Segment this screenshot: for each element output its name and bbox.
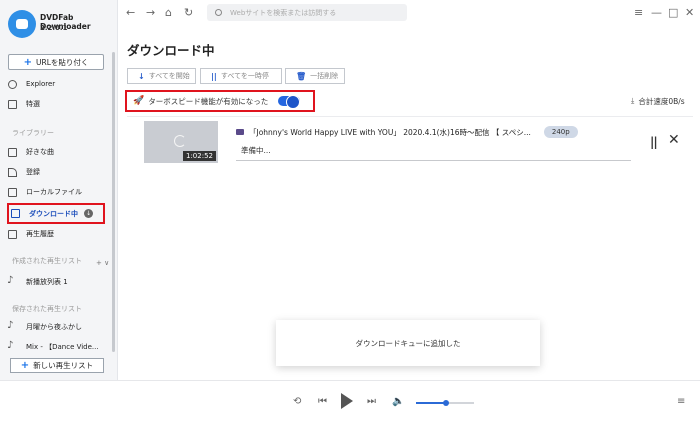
library-section-label: ライブラリー [12, 129, 54, 137]
new-playlist-button[interactable]: + 新しい再生リスト [10, 358, 104, 373]
download-title-text: 「Johnny's World Happy LIVE with YOU」 202… [249, 127, 531, 137]
plus-icon: + [20, 360, 30, 371]
playlist-item[interactable]: 新播放列表 1 [7, 273, 108, 291]
repeat-icon[interactable]: ⟲ [293, 396, 301, 407]
player-bar: ⟲ ⏮ ⏭ 🔈 ≡ [0, 380, 700, 425]
delete-all-button[interactable]: 🗑 一括削除 [285, 68, 345, 84]
app-version: 2.2.0.1 [40, 24, 68, 32]
sidebar-item-label: 再生履歴 [26, 230, 54, 238]
sidebar-item-favorites[interactable]: 好きな曲 [8, 143, 108, 161]
download-title: 「Johnny's World Happy LIVE with YOU」 202… [236, 126, 578, 138]
music-icon [8, 147, 17, 157]
duration-badge: 1:02:52 [183, 151, 216, 161]
pause-all-label: すべてを一時停 [220, 72, 269, 80]
download-speed-icon: ⤓ [631, 96, 635, 105]
folder-icon [8, 187, 17, 197]
created-playlists-label: 作成された再生リスト [12, 257, 82, 265]
start-all-label: すべてを開始 [148, 72, 190, 80]
pause-icon: || [211, 71, 217, 81]
minimize-icon[interactable]: — [651, 6, 662, 19]
rocket-icon: 🚀 [133, 96, 145, 106]
previous-icon[interactable]: ⏮ [318, 396, 327, 407]
turbo-label: ターボスピード機能が有効になった [148, 96, 269, 106]
page-title: ダウンロード中 [127, 43, 215, 58]
video-thumbnail: 1:02:52 [144, 121, 218, 163]
home-icon[interactable]: ⌂ [165, 6, 172, 19]
maximize-icon[interactable]: □ [668, 6, 678, 19]
download-badge-icon: ↓ [84, 209, 93, 218]
sidebar-item-local-files[interactable]: ローカルファイル [8, 183, 108, 201]
forward-icon[interactable]: → [146, 6, 155, 19]
sidebar-item-label: 好きな曲 [26, 148, 54, 156]
speed-label: 合計速度0B/s [638, 97, 685, 106]
saved-playlist-item[interactable]: Mix - 【Dance Vide... [7, 338, 108, 356]
saved-playlists-label: 保存された再生リスト [12, 305, 82, 313]
sidebar-item-label: ダウンロード中 [29, 209, 78, 218]
plus-icon: + [23, 56, 32, 68]
menu-icon[interactable]: ≡ [634, 6, 643, 19]
turbo-speed-toggle-row: 🚀 ターボスピード機能が有効になった [125, 90, 315, 112]
playlist-label: 月曜から夜ふかし [26, 323, 82, 331]
globe-icon [8, 79, 17, 89]
paste-url-label: URLを貼り付く [36, 57, 89, 67]
pause-download-icon[interactable]: || [650, 135, 658, 149]
song-icon [7, 275, 15, 287]
delete-all-label: 一括削除 [310, 72, 339, 80]
sidebar-scrollbar[interactable] [112, 52, 115, 352]
remove-download-icon[interactable]: ✕ [668, 132, 680, 148]
turbo-toggle[interactable] [278, 95, 301, 109]
next-icon[interactable]: ⏭ [367, 396, 376, 407]
quality-badge: 240p [543, 126, 578, 138]
volume-level [416, 402, 445, 404]
search-input[interactable]: Webサイトを検索または訪問する [207, 4, 407, 21]
saved-playlist-item[interactable]: 月曜から夜ふかし [7, 318, 108, 336]
paste-url-button[interactable]: + URLを貼り付く [8, 54, 104, 70]
start-all-button[interactable]: ↓ すべてを開始 [127, 68, 196, 84]
total-speed: ⤓ 合計速度0B/s [631, 96, 685, 107]
close-icon[interactable]: ✕ [685, 6, 694, 19]
play-icon[interactable] [341, 393, 353, 409]
refresh-icon[interactable]: ↻ [184, 6, 193, 19]
sidebar-item-label: ローカルファイル [26, 188, 82, 196]
sidebar-item-subscriptions[interactable]: 登録 [8, 163, 108, 181]
top-bar: ← → ⌂ ↻ Webサイトを検索または訪問する ≡ — □ ✕ [118, 0, 700, 26]
download-item: 1:02:52 「Johnny's World Happy LIVE with … [127, 117, 693, 172]
download-arrow-icon: ↓ [138, 71, 145, 81]
song-icon [7, 340, 15, 352]
volume-icon[interactable]: 🔈 [392, 396, 404, 407]
playlist-label: 新播放列表 1 [26, 278, 68, 286]
rss-icon [8, 167, 17, 177]
trash-icon: 🗑 [296, 71, 307, 81]
loading-spinner-icon [174, 135, 186, 147]
volume-handle[interactable] [443, 400, 449, 406]
sidebar-item-downloading[interactable]: ダウンロード中 ↓ [7, 203, 105, 224]
download-icon [11, 209, 20, 218]
sidebar-item-featured[interactable]: 特選 [8, 95, 108, 113]
song-icon [7, 320, 15, 332]
sidebar-item-label: Explorer [26, 80, 56, 88]
sidebar-item-history[interactable]: 再生履歴 [8, 225, 108, 243]
add-playlist-icon[interactable]: + ∨ [96, 259, 109, 267]
playlist-label: Mix - 【Dance Vide... [26, 343, 99, 351]
sidebar-item-label: 登録 [26, 168, 40, 176]
pause-all-button[interactable]: || すべてを一時停 [200, 68, 282, 84]
queue-icon[interactable]: ≡ [677, 396, 685, 407]
download-status: 準備中... [241, 146, 271, 155]
download-progress-bar [236, 160, 631, 161]
featured-icon [8, 99, 17, 109]
video-icon [236, 129, 244, 135]
new-playlist-label: 新しい再生リスト [33, 361, 94, 370]
toast-message: ダウンロードキューに追加した [355, 338, 461, 348]
toast-notification: ダウンロードキューに追加した [276, 320, 540, 366]
sidebar: DVDFab Downloader 2.2.0.1 + URLを貼り付く Exp… [0, 0, 118, 380]
history-icon [8, 229, 17, 239]
back-icon[interactable]: ← [126, 6, 135, 19]
app-logo-icon [8, 10, 36, 38]
search-placeholder: Webサイトを検索または訪問する [230, 8, 337, 17]
sidebar-item-explorer[interactable]: Explorer [8, 75, 108, 93]
sidebar-item-label: 特選 [26, 100, 40, 108]
search-icon [215, 9, 222, 16]
